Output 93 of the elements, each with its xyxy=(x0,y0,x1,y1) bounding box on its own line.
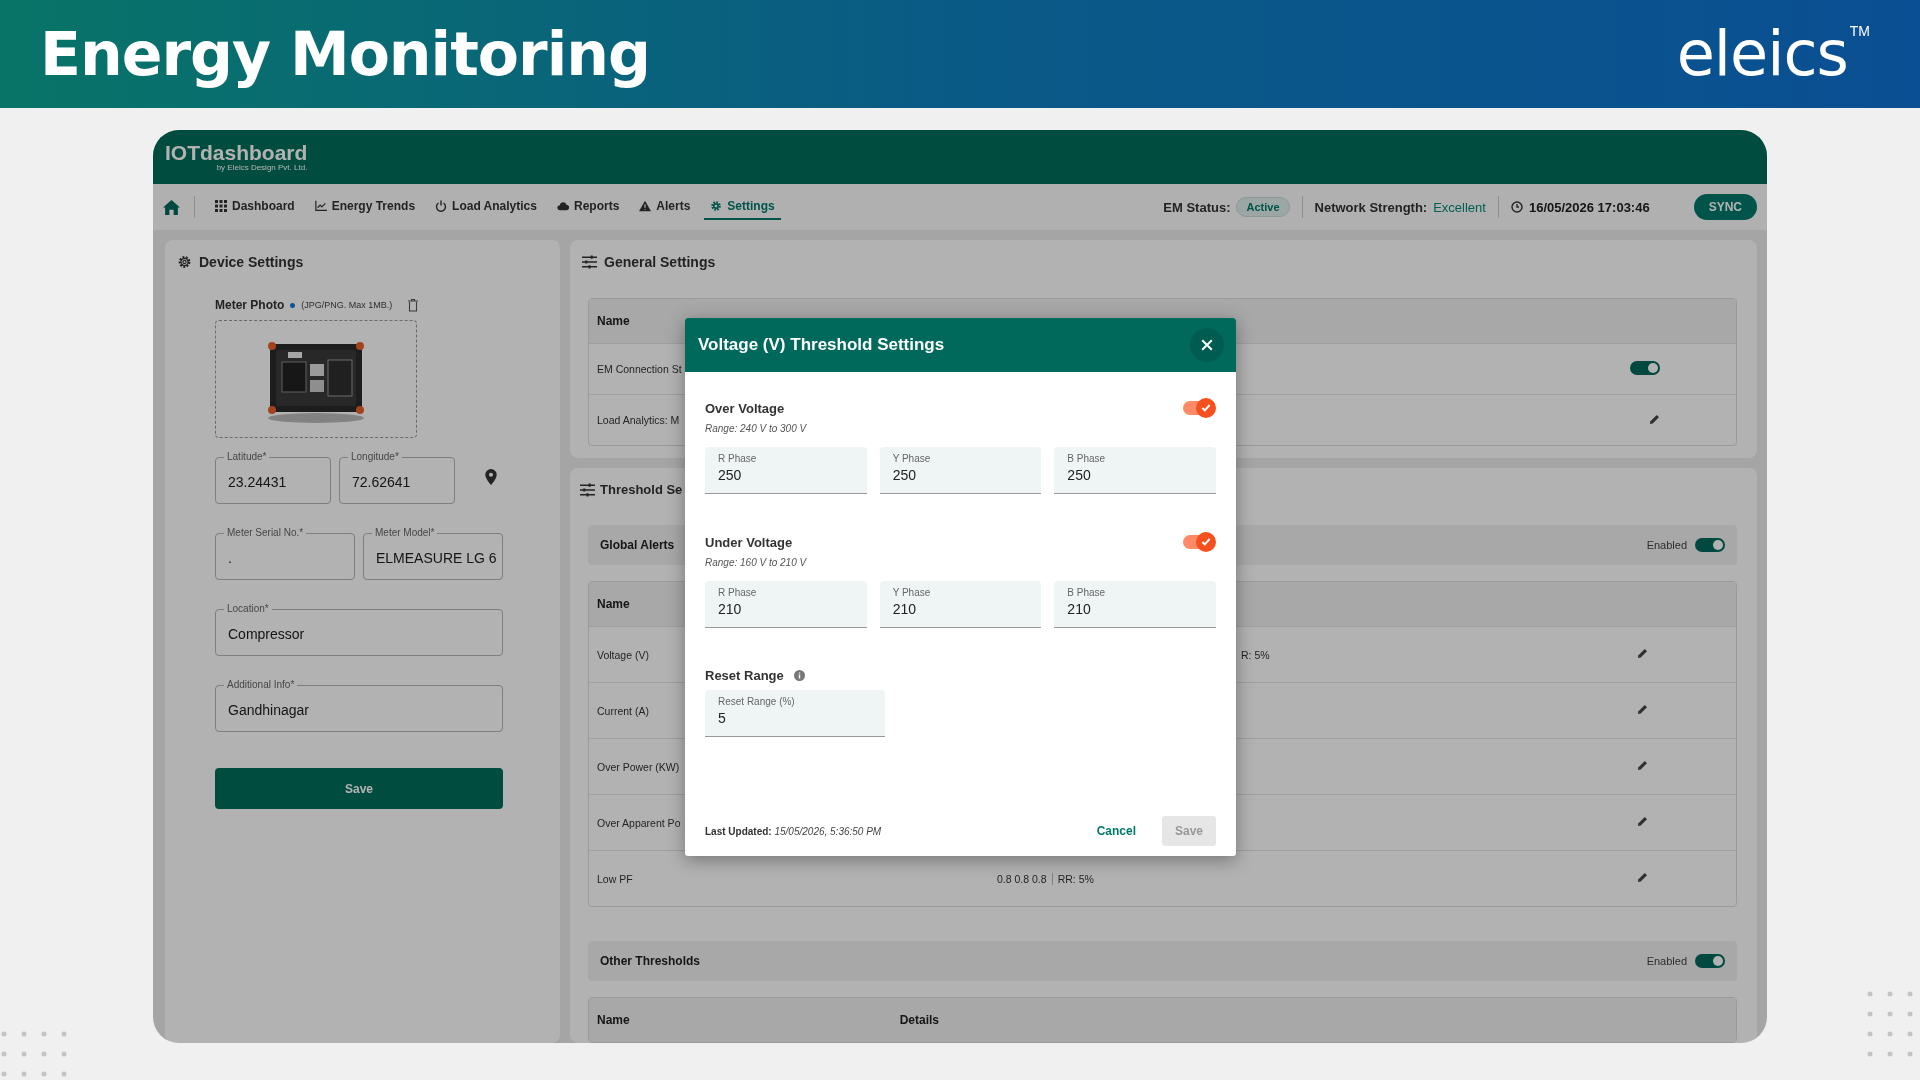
photo-upload-area[interactable] xyxy=(215,320,417,438)
pencil-icon[interactable] xyxy=(1649,413,1660,425)
toggle-switch[interactable] xyxy=(1695,538,1725,552)
nav-tab[interactable]: Settings xyxy=(704,194,781,220)
table-cell: Over Apparent Po xyxy=(597,816,681,829)
trash-icon[interactable] xyxy=(408,298,419,312)
status-label: EM Status: xyxy=(1163,199,1231,215)
clock-icon xyxy=(1510,201,1523,213)
network-strength: Excellent xyxy=(1433,199,1486,215)
slide-title: Energy Monitoring xyxy=(40,19,650,89)
status-label: Network Strength: xyxy=(1314,199,1428,215)
pencil-icon[interactable] xyxy=(1637,704,1648,715)
power-icon xyxy=(435,200,448,212)
save-button[interactable]: Save xyxy=(215,768,503,809)
input-field[interactable]: Reset Range (%) 5 xyxy=(705,690,885,737)
input-field[interactable]: Meter Model* ELMEASURE LG 6 xyxy=(363,526,503,580)
last-updated: Last Updated: 15/05/2026, 5:36:50 PM xyxy=(705,825,882,837)
column-header: Name xyxy=(597,1013,630,1027)
check-icon xyxy=(1200,536,1212,548)
toggle-switch[interactable] xyxy=(1183,401,1213,415)
toggle-switch[interactable] xyxy=(1183,535,1213,549)
toggle-label: Enabled xyxy=(1646,955,1687,967)
section-title: Global Alerts xyxy=(600,538,675,552)
range-hint: Range: 240 V to 300 V xyxy=(705,423,808,434)
section-title: Over Voltage xyxy=(705,400,785,416)
close-icon xyxy=(1201,339,1213,351)
input-field[interactable]: B Phase 210 xyxy=(1054,581,1216,628)
date-time: 16/05/2026 17:03:46 xyxy=(1528,199,1650,215)
input-field[interactable]: B Phase 250 xyxy=(1054,447,1216,494)
pencil-icon[interactable] xyxy=(1637,648,1648,659)
table-cell: R: 5% xyxy=(1241,648,1270,661)
nav-tab[interactable]: Alerts xyxy=(633,194,697,220)
info-icon[interactable] xyxy=(793,670,805,681)
table-cell: Voltage (V) xyxy=(597,648,649,661)
input-field[interactable]: Meter Serial No.* . xyxy=(215,526,355,580)
input-field[interactable]: R Phase 210 xyxy=(705,581,867,628)
file-hint: (JPG/PNG. Max 1MB.) xyxy=(301,300,393,310)
location-pin-icon[interactable] xyxy=(485,469,497,485)
nav-tab[interactable]: Energy Trends xyxy=(308,194,422,220)
toggle-switch[interactable] xyxy=(1695,954,1725,968)
grid-icon xyxy=(215,200,227,212)
input-field[interactable]: R Phase 250 xyxy=(705,447,867,494)
table-cell: RR: 5% xyxy=(1057,872,1094,885)
panel-title: Threshold Se xyxy=(600,482,683,497)
trend-chart-icon xyxy=(314,200,327,212)
table-cell: 0.8 0.8 0.8 xyxy=(997,872,1047,885)
panel-title: General Settings xyxy=(604,254,716,270)
column-header: Name xyxy=(597,597,630,611)
panel-title: Device Settings xyxy=(199,254,304,270)
section-title: Reset Range xyxy=(705,668,784,683)
table-cell: Load Analytics: M xyxy=(597,414,680,426)
section-title: Under Voltage xyxy=(705,534,793,550)
settings-icon xyxy=(177,255,192,269)
table-cell: Over Power (KW) xyxy=(597,760,680,773)
nav-tab[interactable]: Dashboard xyxy=(209,194,301,220)
status-badge: Active xyxy=(1236,197,1290,217)
input-field[interactable]: Location* Compressor xyxy=(215,602,503,656)
pencil-icon[interactable] xyxy=(1637,760,1648,771)
cancel-button[interactable]: Cancel xyxy=(1090,818,1142,844)
gear-icon xyxy=(710,200,723,212)
table-cell: EM Connection St xyxy=(597,363,682,375)
sync-button[interactable]: SYNC xyxy=(1693,194,1757,220)
pencil-icon[interactable] xyxy=(1637,816,1648,827)
cloud-icon xyxy=(557,200,569,212)
input-field[interactable]: Additional Info* Gandhinagar xyxy=(215,678,503,732)
input-field[interactable]: Latitude* 23.24431 xyxy=(215,450,331,504)
sliders-icon xyxy=(580,482,595,497)
pencil-icon[interactable] xyxy=(1637,872,1648,883)
input-field[interactable]: Y Phase 210 xyxy=(879,581,1042,628)
close-button[interactable] xyxy=(1190,328,1224,362)
brand-logo: eleics xyxy=(1676,23,1848,85)
input-field[interactable]: Y Phase 250 xyxy=(879,447,1042,494)
warning-icon xyxy=(639,200,652,212)
home-icon[interactable] xyxy=(163,199,180,215)
input-field[interactable]: Longitude* 72.62641 xyxy=(339,450,455,504)
range-hint: Range: 160 V to 210 V xyxy=(705,557,808,568)
column-header: Name xyxy=(597,314,630,328)
table-cell: Low PF xyxy=(597,872,633,885)
nav-tab[interactable]: Load Analytics xyxy=(429,194,543,220)
toggle-switch[interactable] xyxy=(1630,361,1660,375)
field-label: Meter Photo xyxy=(215,298,285,312)
app-logo: IOTdashboard xyxy=(165,142,308,163)
sliders-icon xyxy=(582,255,597,269)
section-title: Other Thresholds xyxy=(600,954,700,968)
check-icon xyxy=(1200,402,1212,414)
table-cell: Current (A) xyxy=(597,704,649,717)
app-logo-tagline: by Eleics Design Pvt. Ltd. xyxy=(216,163,308,172)
dialog-title: Voltage (V) Threshold Settings xyxy=(698,335,945,355)
bullet-icon xyxy=(290,302,296,308)
column-header: Details xyxy=(899,1013,940,1027)
toggle-label: Enabled xyxy=(1646,539,1687,551)
trademark-mark: TM xyxy=(1849,23,1870,39)
nav-tab[interactable]: Reports xyxy=(551,194,626,220)
